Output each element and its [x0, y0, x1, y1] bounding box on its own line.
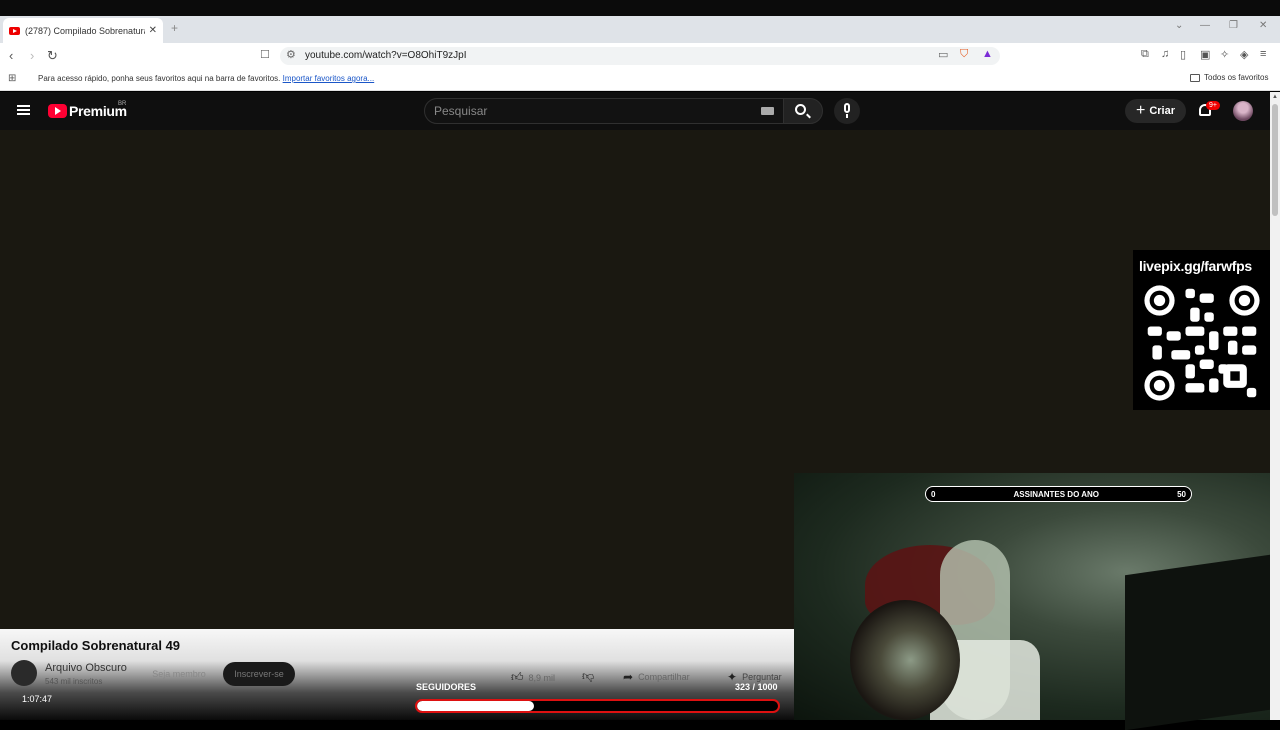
annual-subs-label: ASSINANTES DO ANO	[1013, 489, 1100, 499]
annual-subs-goal-bar: 0 ASSINANTES DO ANO 50	[925, 486, 1192, 502]
thumbs-down-icon: 👎︎	[582, 669, 595, 683]
bookmark-icon[interactable]: ☐	[260, 48, 270, 61]
share-button[interactable]: ➦ Compartilhar	[623, 670, 690, 684]
forward-icon[interactable]: ›	[30, 48, 34, 63]
notifications-badge: 9+	[1206, 101, 1220, 110]
vpn-icon[interactable]: ◈	[1240, 48, 1248, 61]
microphone-stand	[846, 114, 848, 118]
os-title-bar	[0, 0, 1280, 16]
new-tab-button[interactable]: +	[171, 21, 178, 35]
wallet-icon[interactable]: ▣	[1200, 48, 1210, 61]
back-icon[interactable]: ‹	[9, 48, 13, 63]
video-title: Compilado Sobrenatural 49	[11, 638, 181, 653]
followers-goal-label: SEGUIDORES	[416, 682, 477, 692]
tab-title: (2787) Compilado Sobrenatural	[25, 25, 145, 36]
brave-rewards-icon[interactable]: ▲	[982, 48, 993, 60]
close-window-icon[interactable]: ✕	[1259, 20, 1267, 31]
youtube-favicon-icon	[9, 26, 20, 35]
apps-grid-icon[interactable]: ⊞	[8, 73, 16, 84]
scroll-up-icon[interactable]: ▲	[1272, 94, 1278, 100]
video-timestamp: 1:07:47	[22, 694, 53, 704]
tab-search-icon[interactable]: ⌄	[1175, 20, 1183, 31]
like-button[interactable]: 👍︎ 8,9 mil	[511, 670, 555, 685]
import-bookmarks-link[interactable]: Importar favoritos agora...	[283, 74, 375, 83]
media-icon[interactable]: ♫	[1161, 48, 1169, 60]
plus-icon: +	[1135, 102, 1146, 119]
account-avatar[interactable]	[1233, 101, 1253, 121]
like-count: 8,9 mil	[528, 672, 556, 683]
thumbs-up-icon: 👍︎	[511, 670, 524, 684]
subscribe-button[interactable]: Inscrever-se	[223, 662, 295, 686]
annual-subs-max: 50	[1177, 489, 1186, 499]
share-icon: ➦	[623, 670, 634, 684]
qr-url-text: livepix.gg/farwfps	[1139, 258, 1252, 274]
url-text[interactable]: youtube.com/watch?v=O8OhiT9zJpI	[305, 50, 466, 61]
minimize-icon[interactable]: —	[1200, 20, 1210, 31]
annual-subs-min: 0	[931, 489, 936, 499]
webcam-background-monitor	[1125, 554, 1270, 730]
extensions-icon[interactable]: ⧉	[1141, 48, 1149, 61]
tab-strip	[0, 16, 1280, 43]
webcam-person-head	[850, 600, 960, 720]
scrollbar-thumb[interactable]	[1272, 104, 1278, 216]
all-bookmarks-label: Todos os favoritos	[1204, 73, 1269, 82]
channel-avatar[interactable]	[11, 660, 37, 686]
reload-icon[interactable]: ↻	[47, 48, 58, 64]
qr-code-icon	[1144, 285, 1260, 401]
browser-tab[interactable]: (2787) Compilado Sobrenatural ✕	[3, 18, 163, 43]
brave-shield-icon[interactable]: ⛉	[960, 48, 968, 61]
share-label: Compartilhar	[638, 672, 690, 682]
followers-goal-progress	[415, 699, 780, 713]
search-icon	[795, 104, 806, 115]
dislike-button[interactable]: 👎︎	[582, 669, 594, 684]
bookmarks-hint: Para acesso rápido, ponha seus favoritos…	[38, 74, 374, 83]
menu-icon[interactable]: ≡	[1260, 48, 1266, 60]
ask-label: Perguntar	[742, 672, 782, 682]
folder-icon	[1190, 73, 1200, 82]
sidebar-icon[interactable]: ▯	[1180, 48, 1186, 61]
create-label: Criar	[1149, 105, 1176, 117]
create-button[interactable]: + Criar	[1125, 99, 1186, 123]
join-button[interactable]: Seja membro	[139, 662, 219, 686]
channel-name[interactable]: Arquivo Obscuro	[45, 662, 127, 674]
cast-icon[interactable]: ▭	[938, 48, 948, 61]
guide-menu-icon[interactable]	[17, 105, 30, 115]
followers-goal-fill	[417, 701, 534, 711]
site-info-icon[interactable]: ⚙	[286, 48, 296, 61]
region-code: BR	[118, 101, 127, 107]
bookmarks-hint-text: Para acesso rápido, ponha seus favoritos…	[38, 74, 281, 83]
search-placeholder: Pesquisar	[434, 104, 488, 118]
followers-goal-count: 323 / 1000	[735, 682, 778, 692]
maximize-icon[interactable]: ❐	[1229, 20, 1238, 31]
microphone-icon	[844, 103, 850, 113]
keyboard-icon[interactable]	[761, 107, 774, 115]
leo-ai-icon[interactable]: ✧	[1220, 48, 1229, 61]
youtube-logo-icon[interactable]	[48, 104, 67, 118]
close-tab-icon[interactable]: ✕	[149, 25, 157, 36]
all-bookmarks-button[interactable]: Todos os favoritos	[1190, 73, 1268, 82]
subscriber-count: 543 mil inscritos	[45, 677, 103, 686]
